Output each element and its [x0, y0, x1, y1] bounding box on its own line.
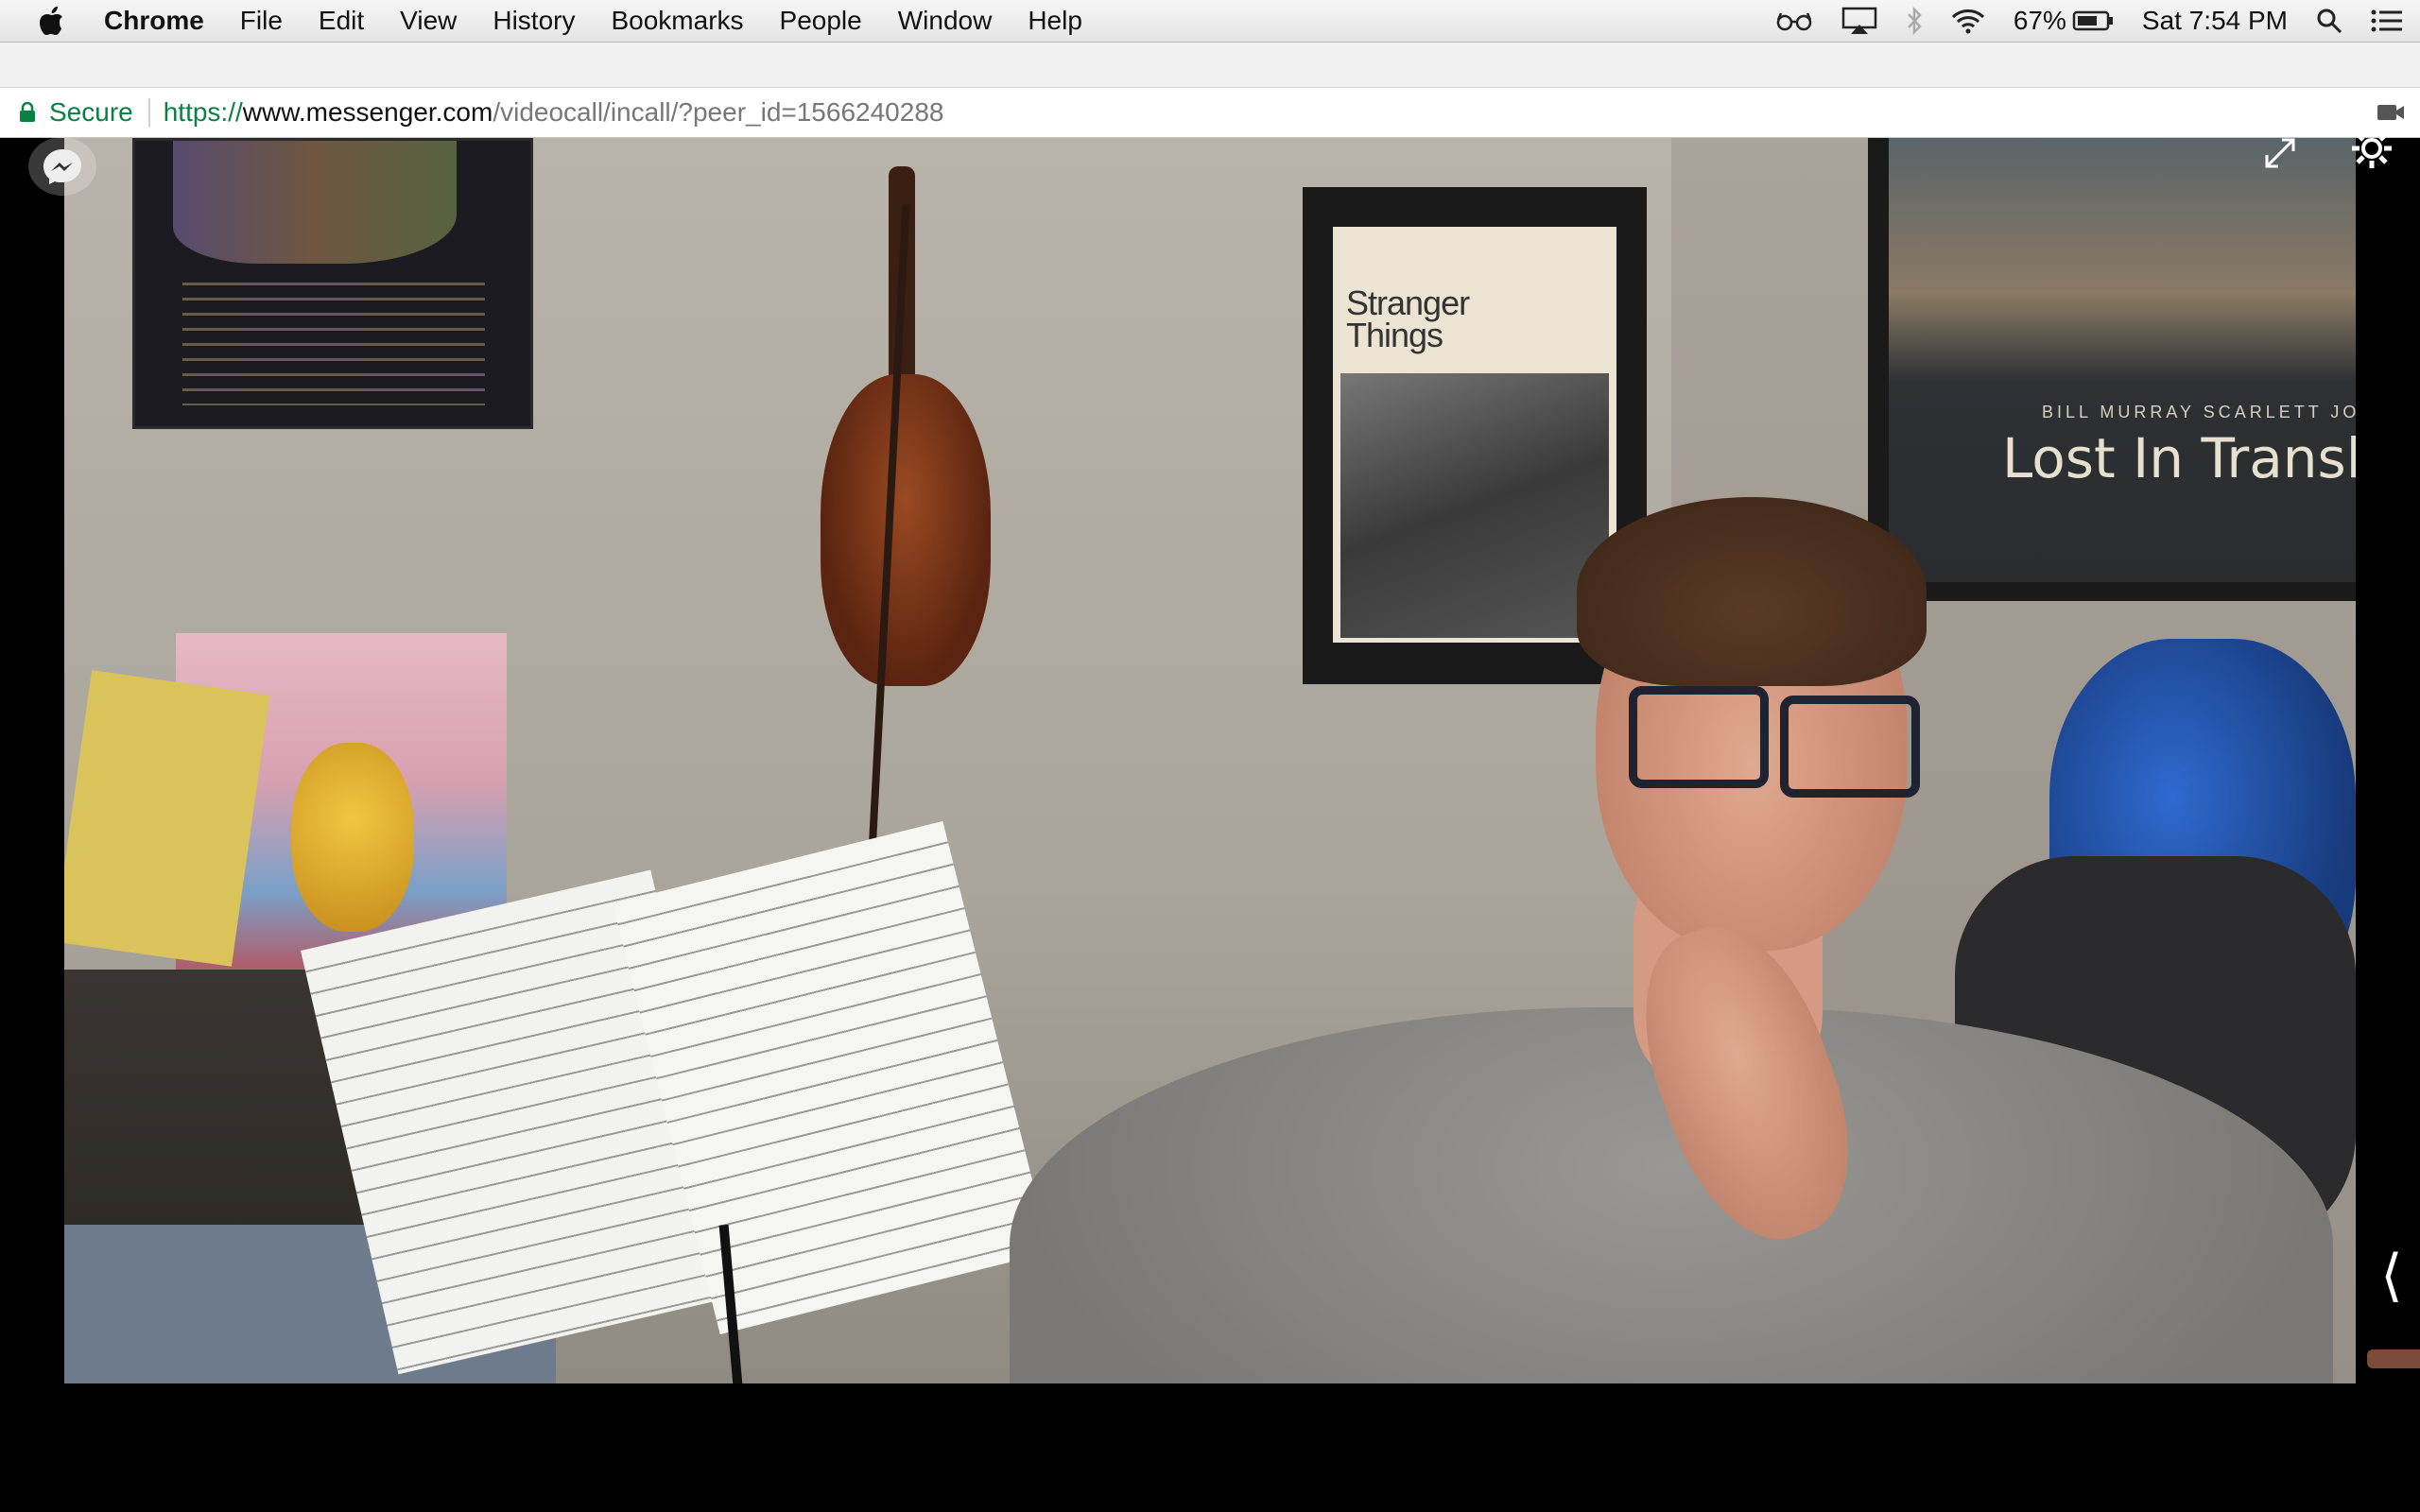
bluetooth-icon[interactable] [1906, 7, 1923, 35]
menu-window[interactable]: Window [898, 6, 993, 36]
menu-app-chrome[interactable]: Chrome [104, 6, 204, 36]
menu-view[interactable]: View [400, 6, 457, 36]
spotlight-icon[interactable] [2316, 8, 2342, 34]
poster-credits: BILL MURRAY SCARLETT JOHANS [2042, 403, 2356, 421]
stranger-things-title: Stranger Things [1346, 284, 1470, 354]
map-shape [173, 141, 457, 264]
poster-title: Lost In Transla [2002, 426, 2356, 490]
violin [821, 374, 991, 686]
address-bar[interactable]: Secure https://www.messenger.com/videoca… [0, 87, 2420, 138]
menubar-clock[interactable]: Sat 7:54 PM [2142, 6, 2288, 36]
menu-edit[interactable]: Edit [319, 6, 364, 36]
secure-label[interactable]: Secure [49, 97, 133, 128]
url-scheme: https:// [163, 97, 243, 127]
url-host: www.messenger.com [242, 97, 493, 127]
settings-gear-icon[interactable] [2348, 125, 2395, 177]
wifi-icon[interactable] [1951, 8, 1985, 34]
airplay-icon[interactable] [1841, 7, 1877, 35]
poster-photo [1340, 373, 1609, 638]
glasses-icon[interactable] [1775, 10, 1813, 31]
video-call-feed[interactable]: Stranger Things BILL MURRAY SCARLETT JOH… [64, 138, 2356, 1383]
menu-bookmarks[interactable]: Bookmarks [611, 6, 743, 36]
lock-icon[interactable] [19, 102, 36, 123]
glasses-left-lens [1629, 686, 1769, 788]
glasses-right-lens [1780, 696, 1920, 798]
menu-history[interactable]: History [493, 6, 575, 36]
self-view-thumbnail-edge[interactable] [2367, 1349, 2420, 1368]
browser-tab-strip [0, 43, 2420, 87]
url-path: /videocall/incall/?peer_id=1566240288 [493, 97, 944, 127]
lost-in-translation-poster: BILL MURRAY SCARLETT JOHANS Lost In Tran… [1868, 138, 2356, 601]
person-hair [1577, 497, 1927, 686]
messenger-logo-icon[interactable] [28, 137, 96, 196]
menu-file[interactable]: File [240, 6, 283, 36]
macos-menu-bar: Chrome File Edit View History Bookmarks … [0, 0, 2420, 43]
poster-mat: Stranger Things [1333, 227, 1616, 643]
address-separator [147, 98, 150, 127]
battery-percentage: 67% [2013, 6, 2066, 35]
map-text-lines [182, 283, 485, 405]
apple-icon[interactable] [38, 6, 64, 36]
menu-people[interactable]: People [780, 6, 862, 36]
url-text[interactable]: https://www.messenger.com/videocall/inca… [164, 97, 944, 128]
menubar-status-area: 67% Sat 7:54 PM [1775, 0, 2420, 42]
collapse-panel-chevron-icon[interactable]: ⟨ [2363, 1181, 2420, 1370]
poster-image: BILL MURRAY SCARLETT JOHANS Lost In Tran… [1889, 138, 2356, 582]
expand-fullscreen-icon[interactable] [2261, 134, 2299, 177]
battery-icon[interactable] [2072, 10, 2114, 31]
plush-toy [291, 743, 414, 932]
menu-help[interactable]: Help [1028, 6, 1082, 36]
notification-center-icon[interactable] [2371, 9, 2403, 33]
wall-poster-map [132, 138, 533, 429]
